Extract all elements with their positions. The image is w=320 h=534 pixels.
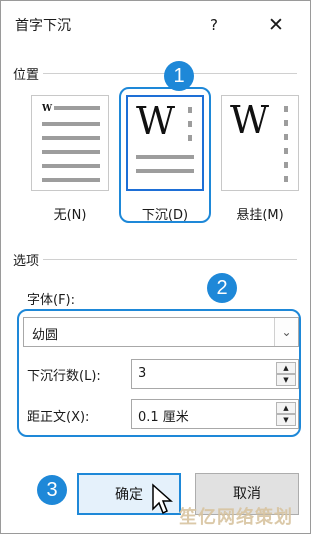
watermark: 笙亿网络策划 (179, 507, 293, 528)
lines-to-drop-label: 下沉行数(L): (27, 369, 101, 384)
spin-up-icon[interactable]: ▲ (276, 402, 296, 414)
close-button[interactable]: ✕ (259, 11, 293, 39)
help-button[interactable]: ? (199, 11, 229, 39)
position-option-dropped[interactable]: W (126, 95, 204, 191)
font-select-value: 幼圆 (32, 328, 59, 343)
preview-letter-hanging: W (230, 98, 270, 142)
callout-badge-3: 3 (37, 475, 67, 505)
position-group-divider (15, 73, 297, 74)
position-option-in-margin-label[interactable]: 悬挂(M) (215, 204, 305, 223)
title-bar: 首字下沉 ? ✕ (1, 1, 310, 49)
distance-from-text-spin: ▲ ▼ (276, 402, 296, 426)
lines-to-drop-stepper[interactable]: 3 ▲ ▼ (131, 359, 299, 389)
lines-to-drop-spin: ▲ ▼ (276, 362, 296, 386)
position-group-label: 位置 (13, 64, 44, 83)
position-option-none[interactable]: W (31, 95, 109, 191)
options-group-divider (15, 259, 297, 260)
position-option-none-label[interactable]: 无(N) (25, 204, 115, 223)
font-label: 字体(F): (27, 293, 76, 308)
options-group-label: 选项 (13, 250, 44, 269)
chevron-down-icon[interactable]: ⌄ (274, 318, 298, 346)
font-select[interactable]: 幼圆 ⌄ (23, 317, 299, 347)
position-option-in-margin[interactable]: W (221, 95, 299, 191)
preview-letter-dropped: W (136, 99, 176, 143)
drop-cap-dialog: 首字下沉 ? ✕ 位置 W 无(N) W 下沉(D) W 悬挂(M) 1 选项 … (0, 0, 311, 534)
lines-to-drop-value[interactable]: 3 (138, 366, 146, 381)
callout-badge-2: 2 (207, 273, 237, 303)
callout-badge-1: 1 (164, 61, 194, 91)
distance-from-text-value[interactable]: 0.1 厘米 (138, 406, 189, 425)
spin-down-icon[interactable]: ▼ (276, 374, 296, 386)
mouse-cursor-icon (152, 483, 173, 515)
spin-up-icon[interactable]: ▲ (276, 362, 296, 374)
position-option-dropped-label[interactable]: 下沉(D) (120, 204, 210, 223)
distance-from-text-stepper[interactable]: 0.1 厘米 ▲ ▼ (131, 399, 299, 429)
spin-down-icon[interactable]: ▼ (276, 414, 296, 426)
dialog-title: 首字下沉 (15, 18, 71, 34)
distance-from-text-label: 距正文(X): (27, 410, 90, 425)
preview-letter-small: W (42, 104, 53, 114)
